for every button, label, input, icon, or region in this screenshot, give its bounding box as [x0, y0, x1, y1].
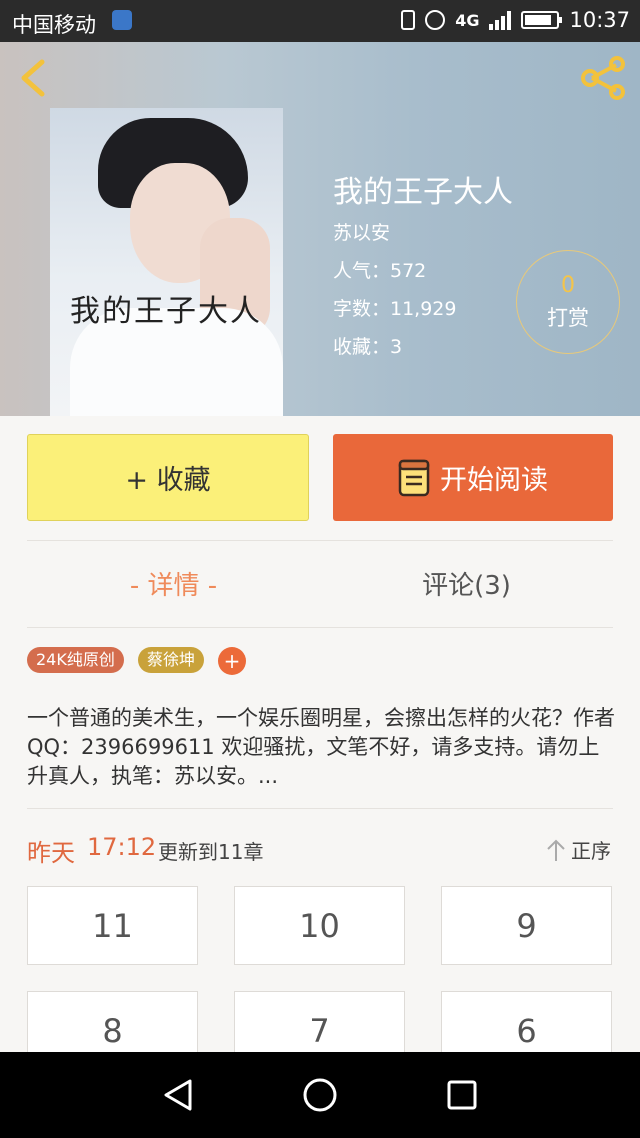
tip-button[interactable]: 0 打赏	[516, 250, 620, 354]
add-favorite-label: + 收藏	[125, 465, 211, 496]
tip-count: 0	[561, 273, 575, 298]
update-day: 昨天	[27, 839, 75, 867]
cover-title: 我的王子大人	[70, 294, 262, 329]
nav-recents-icon[interactable]	[446, 1079, 478, 1111]
vibrate-icon	[401, 10, 416, 30]
navigation-bar	[0, 1052, 640, 1138]
share-icon	[581, 56, 625, 100]
divider	[27, 540, 613, 541]
start-reading-button[interactable]: 开始阅读	[333, 434, 613, 521]
nav-home-icon[interactable]	[302, 1077, 338, 1113]
update-time: 17:12	[87, 833, 157, 861]
share-button[interactable]	[580, 56, 628, 100]
chapter-button[interactable]: 11	[27, 886, 198, 965]
tag-original[interactable]: 24K纯原创	[27, 647, 124, 673]
book-favorites: 收藏：3	[333, 336, 403, 358]
book-cover[interactable]: 我的王子大人	[50, 108, 283, 416]
start-reading-label: 开始阅读	[440, 465, 548, 496]
book-icon	[398, 459, 430, 496]
chapter-number: 10	[299, 907, 340, 945]
arrow-up-icon	[547, 839, 565, 861]
book-popularity: 人气：572	[333, 260, 427, 282]
tag-keyword[interactable]: 蔡徐坤	[138, 647, 205, 673]
tip-label: 打赏	[547, 306, 589, 330]
book-author[interactable]: 苏以安	[333, 218, 390, 245]
add-favorite-button[interactable]: + 收藏	[27, 434, 309, 521]
divider	[27, 627, 613, 628]
back-button[interactable]	[16, 58, 52, 98]
signal-icon	[489, 10, 512, 30]
add-tag-button[interactable]: +	[218, 647, 246, 675]
chapter-button[interactable]: 9	[441, 886, 612, 965]
chapter-number: 11	[92, 907, 133, 945]
status-bar: 中国移动 4G 10:37	[0, 0, 640, 42]
update-status: 更新到11章	[158, 840, 264, 864]
divider	[27, 808, 613, 809]
sort-order-button[interactable]: 正序	[545, 835, 611, 864]
carrier-name: 中国移动	[12, 13, 96, 37]
sort-order-label: 正序	[571, 839, 611, 863]
book-word-count: 字数：11,929	[333, 298, 457, 320]
network-type: 4G	[455, 10, 480, 30]
clock: 10:37	[569, 8, 630, 32]
chapter-number: 9	[516, 907, 537, 945]
back-arrow-icon	[21, 59, 45, 97]
book-description[interactable]: 一个普通的美术生，一个娱乐圈明星，会擦出怎样的火花？作者QQ：239669961…	[27, 704, 617, 791]
tab-comments[interactable]: 评论(3)	[320, 565, 613, 602]
wifi-icon	[112, 10, 132, 30]
alarm-icon	[425, 10, 446, 30]
book-header: 我的王子大人 我的王子大人 苏以安 人气：572 字数：11,929 收藏：3 …	[0, 42, 640, 416]
chapter-button[interactable]: 10	[234, 886, 405, 965]
nav-back-icon[interactable]	[160, 1077, 196, 1113]
tab-details[interactable]: - 详情 -	[27, 565, 320, 602]
book-title: 我的王子大人	[333, 175, 513, 210]
battery-icon	[521, 11, 563, 29]
